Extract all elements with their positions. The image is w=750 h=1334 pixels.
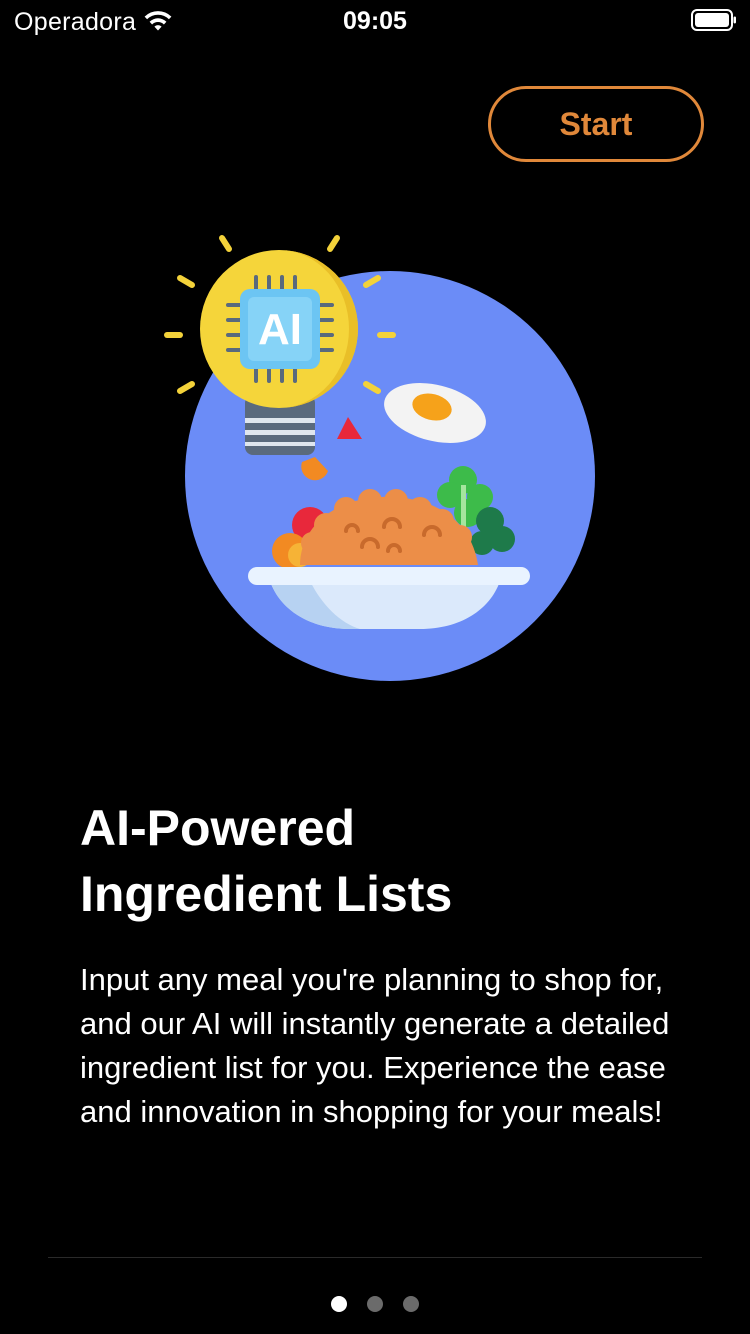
ai-lightbulb-meal-illustration: AI [164, 235, 595, 681]
status-bar: Operadora 09:05 [0, 0, 750, 40]
page-title: AI-Powered Ingredient Lists [80, 795, 680, 927]
ai-badge-text: AI [258, 305, 302, 354]
page-dot-3[interactable] [403, 1296, 419, 1312]
page-indicator[interactable] [0, 1296, 750, 1312]
onboarding-screen: Operadora 09:05 Start AI AI-Powered Ingr… [0, 0, 750, 1334]
divider [48, 1257, 702, 1258]
title-line-2: Ingredient Lists [80, 866, 453, 922]
page-dot-1[interactable] [331, 1296, 347, 1312]
page-description: Input any meal you're planning to shop f… [80, 962, 670, 1129]
battery-full-icon [691, 9, 736, 31]
title-line-1: AI-Powered [80, 800, 356, 856]
page-dot-2[interactable] [367, 1296, 383, 1312]
clock: 09:05 [343, 7, 407, 35]
start-button[interactable]: Start [488, 86, 704, 162]
